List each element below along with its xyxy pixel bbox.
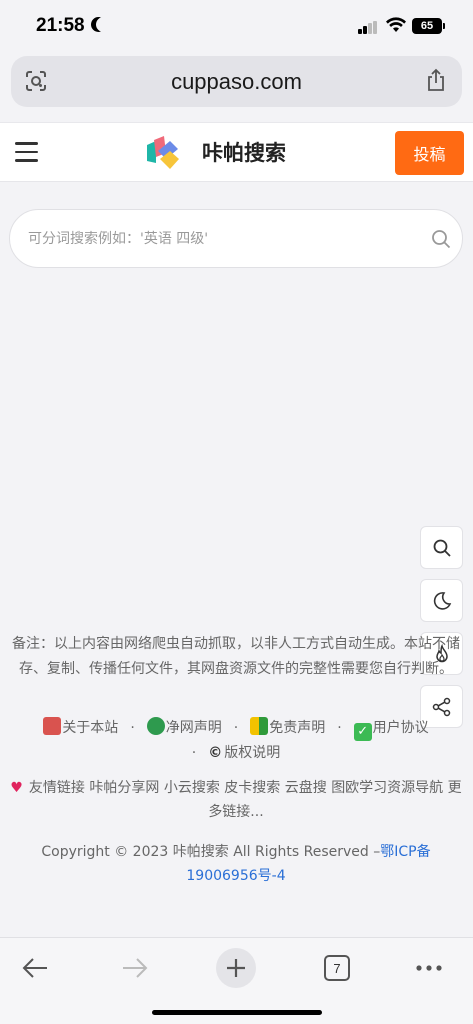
friend-link[interactable]: 云盘搜 [285,780,327,796]
friend-link[interactable]: 小云搜索 [164,780,220,796]
moon-icon [433,591,451,610]
copyright-text: Copyright © 2023 咔帕搜索 All Rights Reserve… [41,844,381,860]
recycle-icon [146,717,165,735]
address-bar[interactable]: cuppaso.com [11,56,462,107]
site-title[interactable]: 咔帕搜索 [202,137,286,167]
friend-link[interactable]: 图欧学习资源导航 [331,780,443,796]
moon-icon [96,17,111,32]
back-button[interactable] [15,948,55,988]
wifi-icon [386,17,406,32]
footer-links: 关于本站 · 净网声明 · 免责声明 · ✓ 用户协议 · © 版权说明 [6,716,466,765]
check-icon: ✓ [353,723,372,741]
plus-icon [227,959,245,977]
rocket-icon [43,717,62,735]
share-icon [432,697,450,716]
friend-link[interactable]: 皮卡搜索 [224,780,280,796]
float-search-button[interactable] [420,526,463,569]
forward-icon [123,958,148,978]
search-icon[interactable] [431,229,451,249]
home-indicator [152,1010,322,1015]
copyright: Copyright © 2023 咔帕搜索 All Rights Reserve… [10,840,462,888]
post-button[interactable]: 投稿 [395,131,464,175]
url-text[interactable]: cuppaso.com [11,69,462,95]
search-input[interactable] [28,210,418,267]
logo-icon[interactable] [144,133,182,171]
friend-links: ♥ 友情链接 咔帕分享网 小云搜索 皮卡搜索 云盘搜 图欧学习资源导航 更多链接.… [10,776,462,824]
menu-icon[interactable] [15,142,38,162]
forward-button[interactable] [115,948,155,988]
site-header: 咔帕搜索 投稿 [0,122,473,182]
status-bar: 21:58 65 [0,0,473,52]
back-icon [22,958,47,978]
footer-link-disclaimer[interactable]: 免责声明 [250,717,325,736]
battery-indicator: 65 [412,18,445,34]
tabs-button[interactable]: 7 [317,948,357,988]
friend-links-label: 友情链接 [28,780,85,796]
friend-link[interactable]: 咔帕分享网 [89,780,159,796]
dark-mode-button[interactable] [420,579,463,622]
share-icon[interactable] [425,68,447,92]
copyright-icon: © [208,745,223,761]
beginner-icon [250,717,269,735]
footer-link-clean-net[interactable]: 净网声明 [146,717,222,736]
footer-link-copyright[interactable]: © 版权说明 [208,745,280,761]
search-icon [433,539,451,557]
search-box[interactable] [9,209,463,268]
tabs-icon: 7 [324,955,350,981]
heart-icon: ♥ [10,780,23,796]
more-icon [416,965,442,971]
footer-link-user-agreement[interactable]: ✓ 用户协议 [353,720,429,741]
status-time: 21:58 [36,15,85,36]
more-button[interactable] [409,948,449,988]
new-tab-button[interactable] [216,948,256,988]
cellular-signal-icon [358,21,378,34]
disclaimer-note: 备注：以上内容由网络爬虫自动抓取，以非人工方式自动生成。本站不储存、复制、传播任… [12,636,460,677]
footer-link-about[interactable]: 关于本站 [43,717,118,736]
